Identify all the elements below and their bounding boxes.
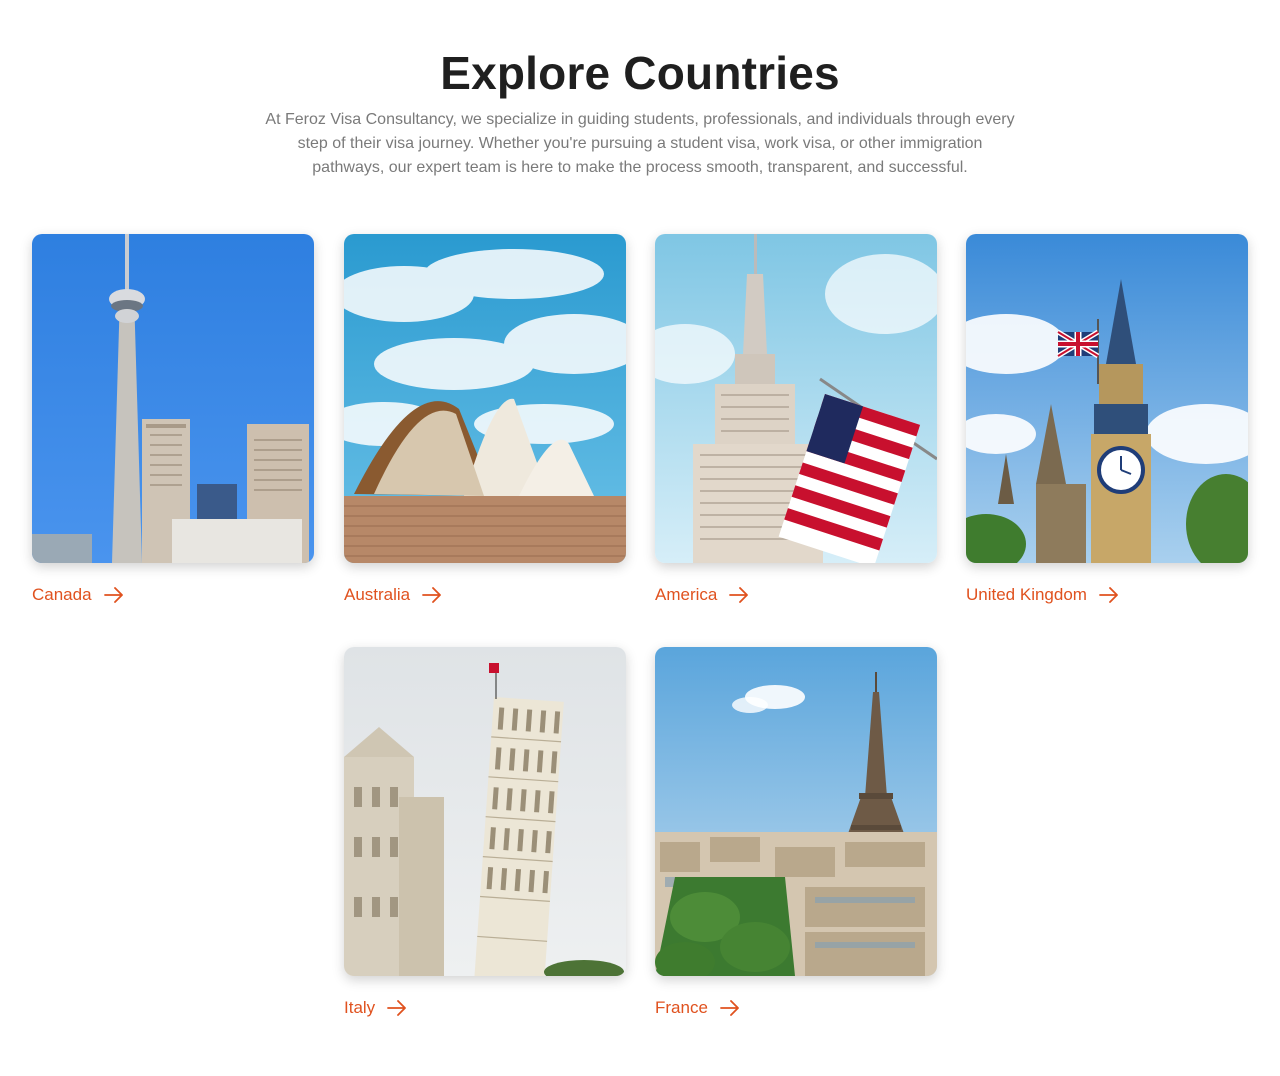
country-link-united-kingdom[interactable]: United Kingdom xyxy=(966,585,1119,605)
canada-image[interactable] xyxy=(32,234,314,563)
arrow-right-icon xyxy=(422,587,442,603)
country-label: Australia xyxy=(344,585,411,604)
explore-countries-section: Explore Countries At Feroz Visa Consulta… xyxy=(0,0,1280,1076)
country-label: United Kingdom xyxy=(966,585,1087,604)
arrow-right-icon xyxy=(729,587,749,603)
united-kingdom-image[interactable] xyxy=(966,234,1248,563)
arrow-right-icon xyxy=(103,587,124,603)
country-label: Italy xyxy=(344,998,376,1017)
section-description: At Feroz Visa Consultancy, we specialize… xyxy=(265,111,1015,176)
country-link-italy[interactable]: Italy xyxy=(344,998,407,1018)
country-label: America xyxy=(655,585,718,604)
italy-image[interactable] xyxy=(344,647,626,976)
country-card-italy: Italy xyxy=(344,647,626,1018)
france-image[interactable] xyxy=(655,647,937,976)
america-image[interactable] xyxy=(655,234,937,563)
country-label: France xyxy=(655,998,708,1017)
country-link-france[interactable]: France xyxy=(655,998,740,1018)
country-card-france: France xyxy=(655,647,937,1018)
arrow-right-icon xyxy=(1099,587,1119,603)
country-link-america[interactable]: America xyxy=(655,585,749,605)
country-card-america: America xyxy=(655,234,937,605)
country-card-united-kingdom: United Kingdom xyxy=(966,234,1248,605)
australia-image[interactable] xyxy=(344,234,626,563)
arrow-right-icon xyxy=(387,1000,407,1016)
country-card-australia: Australia xyxy=(344,234,626,605)
country-label: Canada xyxy=(32,585,92,604)
country-link-australia[interactable]: Australia xyxy=(344,585,442,605)
section-title: Explore Countries xyxy=(440,47,840,99)
country-card-canada: Canada xyxy=(32,234,314,605)
country-link-canada[interactable]: Canada xyxy=(32,585,124,605)
arrow-right-icon xyxy=(720,1000,740,1016)
